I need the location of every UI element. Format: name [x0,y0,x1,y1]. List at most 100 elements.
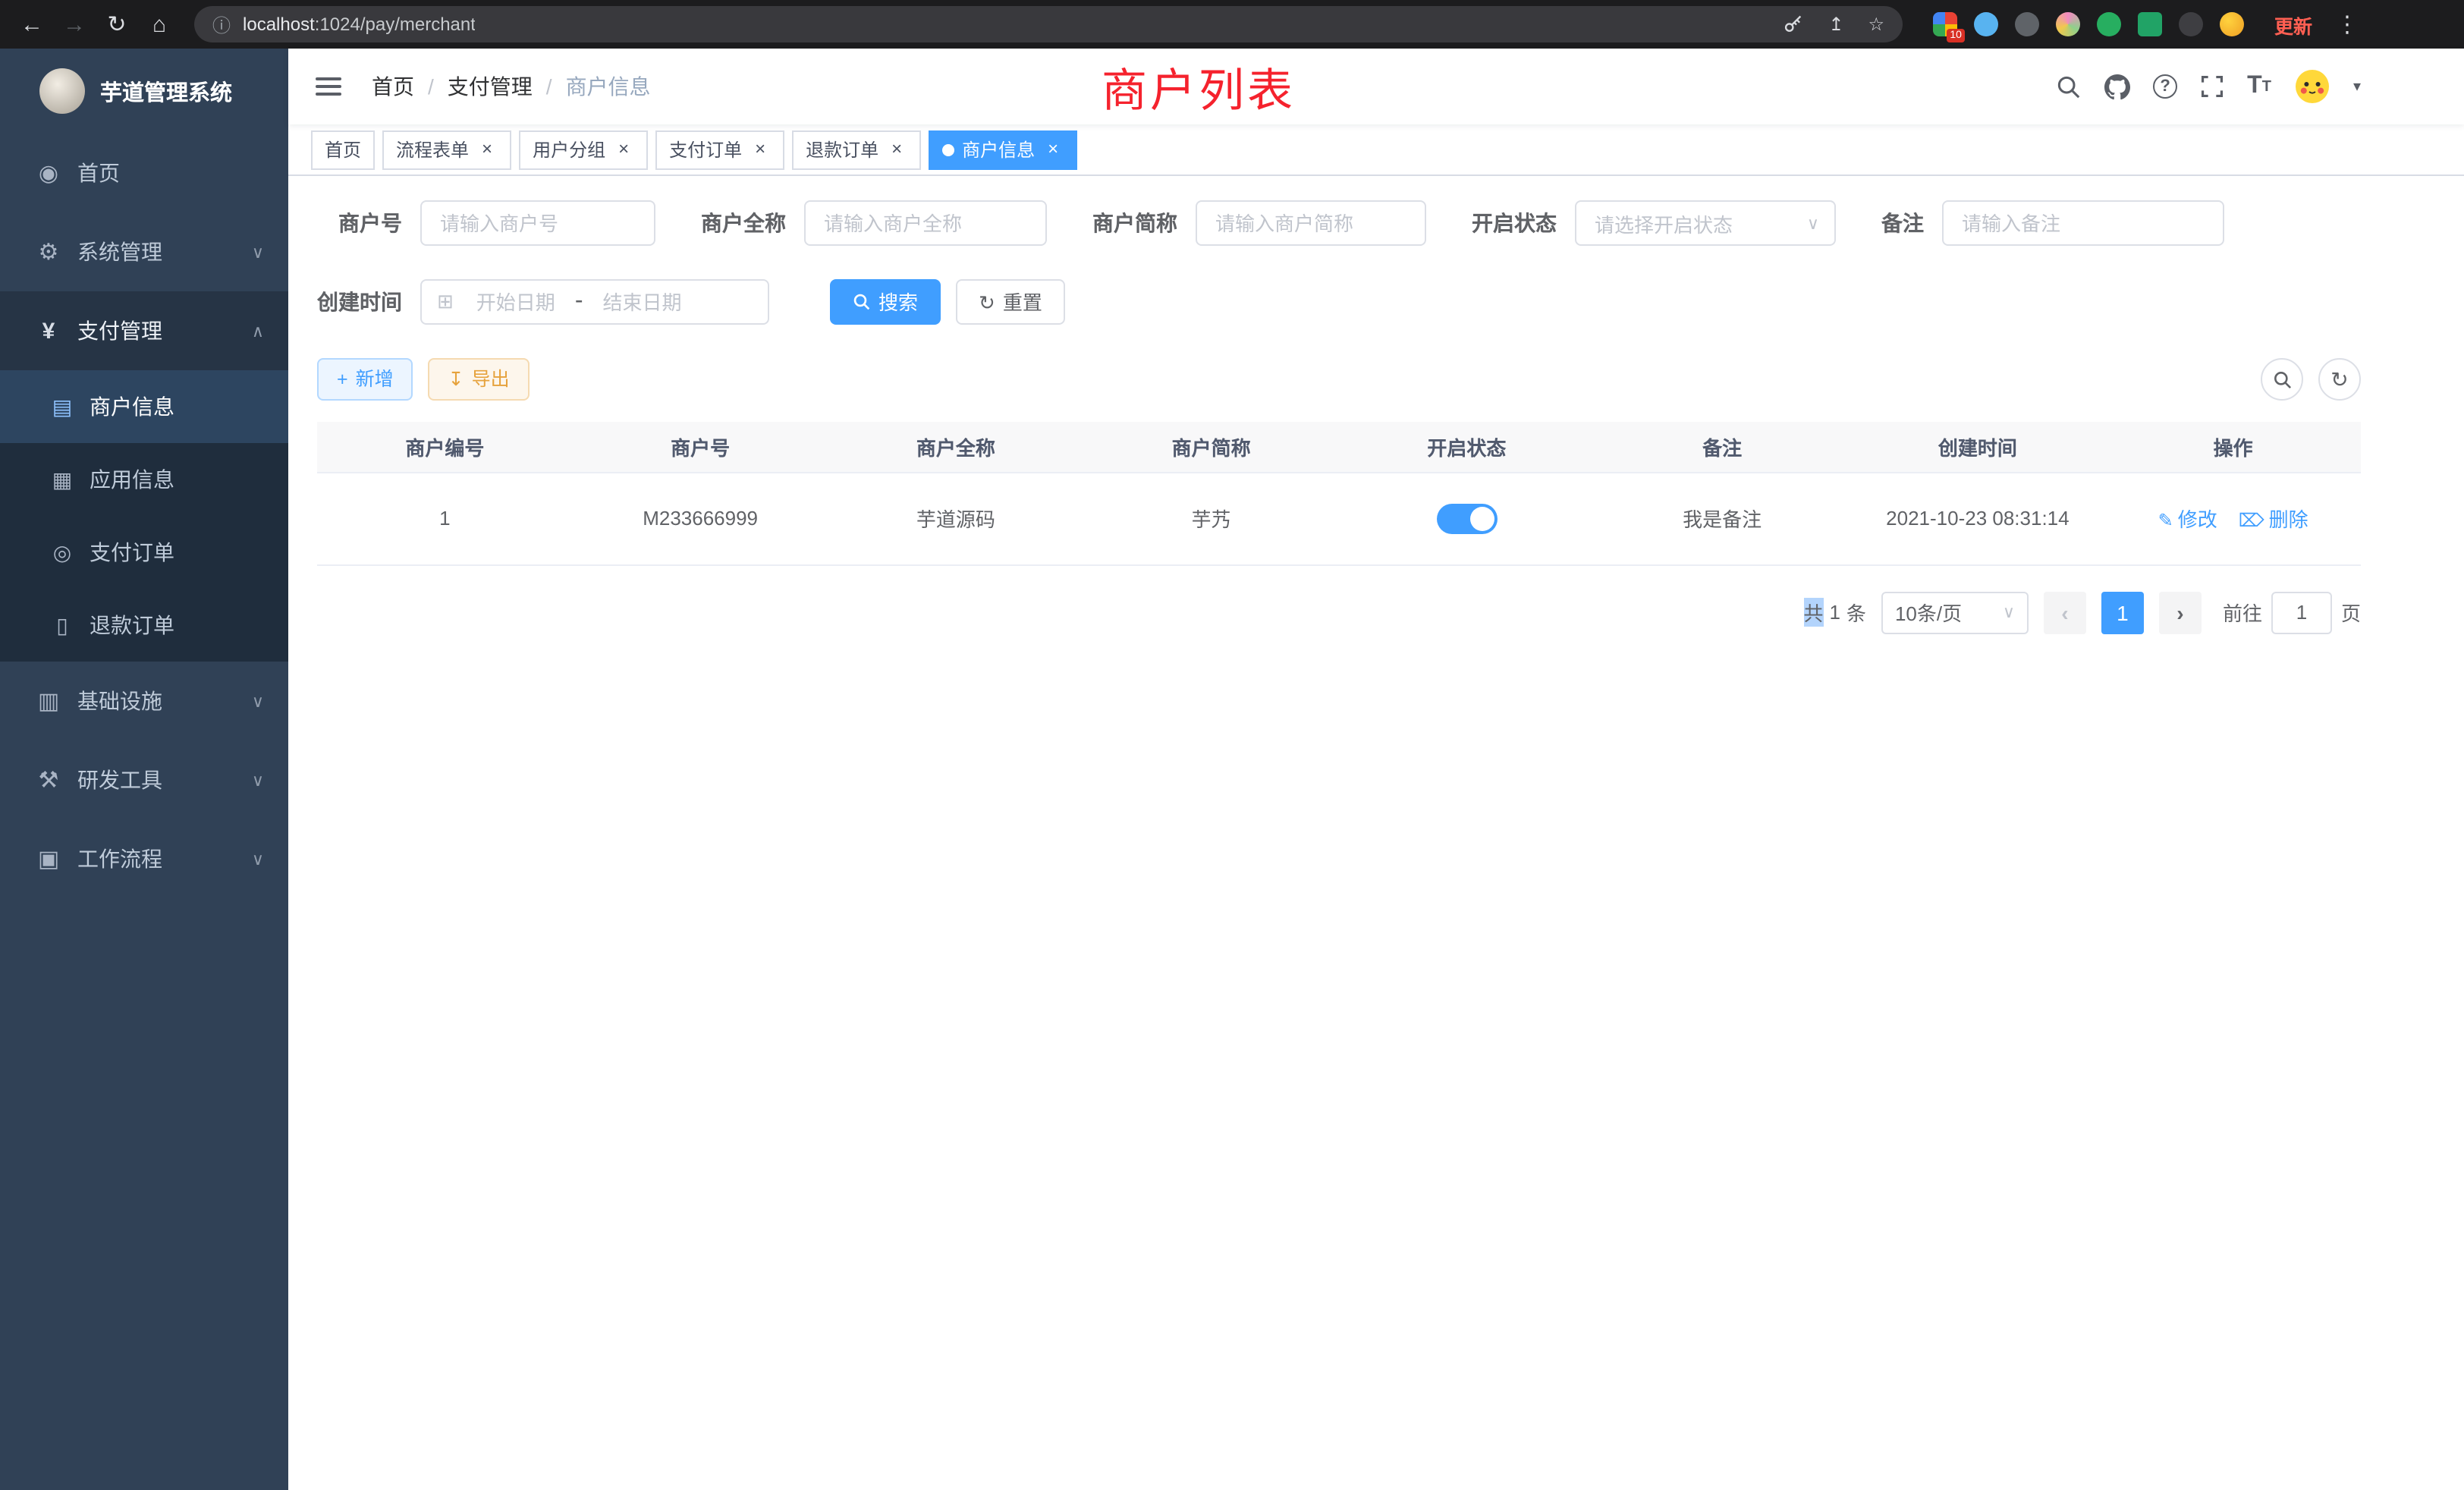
edit-icon: ✎ [2158,510,2173,531]
toggle-search-icon[interactable] [2261,358,2303,401]
breadcrumb-payment[interactable]: 支付管理 [448,71,533,102]
close-icon[interactable]: × [476,139,498,160]
merchant-fullname-input[interactable] [804,200,1047,246]
chevron-down-icon: ∨ [252,849,264,869]
sidebar-item-refund-order[interactable]: ▯ 退款订单 [0,589,288,662]
status-select[interactable]: 请选择开启状态 ∨ [1575,200,1836,246]
col-header: 商户全称 [828,422,1084,472]
chrome-update-button[interactable]: 更新 [2274,10,2312,39]
dashboard-icon: ◉ [30,159,67,187]
add-button[interactable]: + 新增 [317,358,413,401]
start-date-input[interactable] [460,289,572,315]
remark-input[interactable] [1942,200,2224,246]
col-header: 商户号 [573,422,828,472]
server-icon: ▥ [30,687,67,715]
extension-icon-4[interactable] [2056,12,2080,36]
sidebar-item-home[interactable]: ◉ 首页 [0,134,288,212]
reload-icon[interactable]: ↻ [97,5,137,44]
status-toggle[interactable] [1436,503,1497,533]
address-bar[interactable]: ⓘ localhost:1024/pay/merchant ↥ ☆ [194,6,1903,42]
extension-icon-3[interactable] [2015,12,2039,36]
delete-link[interactable]: ⌦删除 [2239,508,2308,531]
date-range-picker[interactable]: ⊞ - [420,279,769,325]
tab-home[interactable]: 首页 [311,130,375,169]
tabs-bar: 首页 流程表单 × 用户分组 × 支付订单 × 退款订单 × [288,124,2464,176]
share-icon[interactable]: ↥ [1828,14,1843,35]
extension-badge: 10 [1947,29,1965,42]
extension-icon-7[interactable] [2179,12,2203,36]
table-header-row: 商户编号 商户号 商户全称 商户简称 开启状态 备注 创建时间 操作 [317,422,2361,472]
site-info-icon[interactable]: ⓘ [212,11,231,37]
github-icon[interactable] [2104,74,2130,99]
close-icon[interactable]: × [1042,139,1064,160]
extension-icon-5[interactable] [2097,12,2121,36]
search-icon[interactable] [2056,74,2082,99]
sidebar-item-workflow[interactable]: ▣ 工作流程 ∨ [0,819,288,898]
search-button[interactable]: 搜索 [830,279,941,325]
font-size-icon[interactable]: TT [2247,73,2271,100]
cell-merchant-no: M233666999 [573,472,828,564]
edit-link[interactable]: ✎修改 [2158,508,2217,531]
extension-icon-1[interactable]: 10 [1933,12,1957,36]
forward-icon[interactable]: → [55,5,94,44]
yen-icon: ¥ [30,318,67,344]
password-key-icon[interactable] [1783,14,1804,35]
extension-icon-6[interactable] [2138,12,2162,36]
sidebar-item-system[interactable]: ⚙ 系统管理 ∨ [0,212,288,291]
breadcrumb-current: 商户信息 [566,71,651,102]
total-prefix: 共 [1803,598,1823,627]
goto-page-input[interactable] [2271,591,2332,633]
sidebar-item-dev-tools[interactable]: ⚒ 研发工具 ∨ [0,740,288,819]
export-button[interactable]: ↧ 导出 [429,358,530,401]
field-label: 商户全称 [701,208,786,238]
sidebar-item-app-info[interactable]: ▦ 应用信息 [0,443,288,516]
merchant-shortname-input[interactable] [1196,200,1426,246]
breadcrumb-separator: / [428,74,434,99]
app-logo[interactable]: 芋道管理系统 [0,49,288,134]
close-icon[interactable]: × [886,139,907,160]
sidebar-item-infrastructure[interactable]: ▥ 基础设施 ∨ [0,662,288,740]
hamburger-icon[interactable] [313,71,344,102]
breadcrumb-home[interactable]: 首页 [372,71,414,102]
tab-user-group[interactable]: 用户分组 × [519,130,648,169]
browser-menu-icon[interactable]: ⋮ [2327,5,2367,44]
field-label: 商户号 [317,208,402,238]
bookmark-star-icon[interactable]: ☆ [1868,14,1884,35]
end-date-input[interactable] [586,289,698,315]
tab-refund-order[interactable]: 退款订单 × [792,130,921,169]
sidebar-item-label: 系统管理 [77,237,162,267]
tab-merchant-info[interactable]: 商户信息 × [929,130,1077,169]
field-label: 创建时间 [317,287,402,317]
prev-page-button[interactable]: ‹ [2044,591,2086,633]
sidebar-item-payment[interactable]: ¥ 支付管理 ∧ [0,291,288,370]
reset-button[interactable]: ↻ 重置 [956,279,1065,325]
chevron-down-icon: ∨ [1807,213,1819,233]
page-1-button[interactable]: 1 [2101,591,2144,633]
close-icon[interactable]: × [750,139,771,160]
home-icon[interactable]: ⌂ [140,5,179,44]
close-icon[interactable]: × [613,139,634,160]
tab-pay-order[interactable]: 支付订单 × [655,130,784,169]
merchant-no-input[interactable] [420,200,655,246]
chevron-down-icon: ∨ [252,242,264,262]
profile-avatar-icon[interactable] [2220,12,2244,36]
card-icon: ▤ [46,394,79,420]
sidebar-item-label: 应用信息 [90,464,174,495]
edit-label: 修改 [2178,508,2217,531]
sidebar-item-merchant-info[interactable]: ▤ 商户信息 [0,370,288,443]
caret-down-icon[interactable]: ▾ [2353,78,2361,95]
refresh-table-icon[interactable]: ↻ [2318,358,2361,401]
sidebar-item-label: 支付管理 [77,316,162,346]
fullscreen-icon[interactable] [2200,74,2224,99]
back-icon[interactable]: ← [12,5,52,44]
col-header: 备注 [1595,422,1850,472]
gear-icon: ⚙ [30,238,67,266]
extension-icon-2[interactable] [1974,12,1998,36]
next-page-button[interactable]: › [2159,591,2202,633]
tab-process-form[interactable]: 流程表单 × [382,130,511,169]
page-size-select[interactable]: 10条/页 ∨ [1881,591,2029,633]
sidebar-item-pay-order[interactable]: ◎ 支付订单 [0,516,288,589]
cell-create-time: 2021-10-23 08:31:14 [1850,472,2106,564]
help-icon[interactable]: ? [2153,74,2177,99]
user-avatar[interactable] [2294,68,2330,105]
